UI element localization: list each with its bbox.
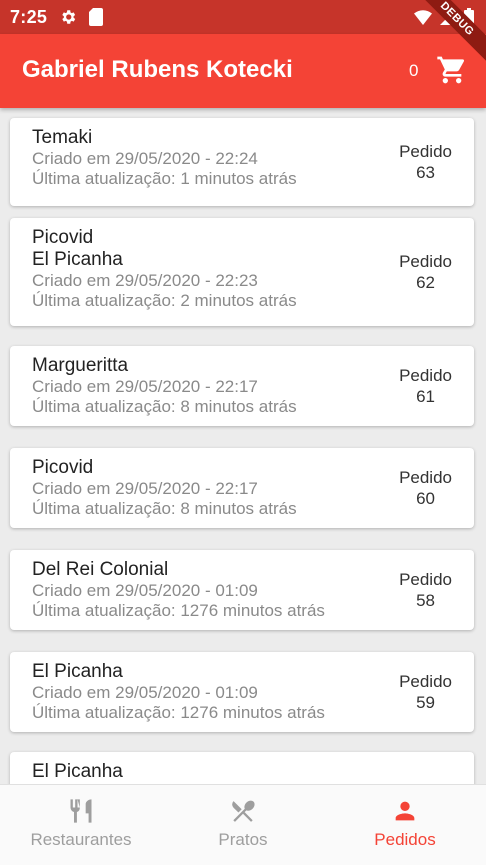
nav-label: Pratos xyxy=(218,830,268,849)
nav-pratos[interactable]: Pratos xyxy=(162,785,324,865)
wifi-icon xyxy=(414,9,432,30)
order-card[interactable]: Picovid Criado em 29/05/2020 - 22:17 Últ… xyxy=(10,448,474,528)
order-number: Pedido 60 xyxy=(399,467,452,509)
order-updated: Última atualização: 8 minutos atrás xyxy=(32,499,297,518)
nav-pedidos[interactable]: Pedidos xyxy=(324,785,486,865)
restaurant-icon xyxy=(0,797,162,825)
cart-icon[interactable] xyxy=(436,54,468,91)
restaurant-name: Margueritta xyxy=(32,355,129,376)
restaurant-name: Picovid xyxy=(32,457,94,478)
dishes-icon xyxy=(162,797,324,825)
restaurant-name: El Picanha xyxy=(32,661,123,682)
order-created: Criado em 29/05/2020 - 22:23 xyxy=(32,271,258,290)
order-details: Temaki Criado em 29/05/2020 - 22:24 Últi… xyxy=(32,127,297,189)
order-number-value: 62 xyxy=(416,273,435,292)
order-updated: Última atualização: 1 minutos atrás xyxy=(32,169,297,188)
order-created: Criado em 29/05/2020 - 01:09 xyxy=(32,683,258,702)
bottom-navigation: Restaurantes Pratos Pedidos xyxy=(0,784,486,865)
order-card[interactable]: Margueritta Criado em 29/05/2020 - 22:17… xyxy=(10,346,474,426)
order-card[interactable]: Picovid El Picanha Criado em 29/05/2020 … xyxy=(10,218,474,326)
order-number-value: 63 xyxy=(416,163,435,182)
restaurant-name: Del Rei Colonial xyxy=(32,559,169,580)
order-number-label: Pedido xyxy=(399,252,452,271)
order-number-value: 60 xyxy=(416,489,435,508)
status-bar: 7:25 DEBUG xyxy=(0,0,486,65)
order-details: Picovid El Picanha Criado em 29/05/2020 … xyxy=(32,227,297,311)
order-updated: Última atualização: 2 minutos atrás xyxy=(32,291,297,310)
order-number-value: 61 xyxy=(416,387,435,406)
cart-count: 0 xyxy=(409,61,419,80)
order-created: Criado em 29/05/2020 - 22:17 xyxy=(32,479,258,498)
settings-icon xyxy=(59,8,77,26)
restaurant-name: Picovid xyxy=(32,227,94,248)
order-number: Pedido 58 xyxy=(399,569,452,611)
order-updated: Última atualização: 1276 minutos atrás xyxy=(32,601,325,620)
order-number: Pedido 61 xyxy=(399,365,452,407)
order-number: Pedido 59 xyxy=(399,671,452,713)
nav-restaurantes[interactable]: Restaurantes xyxy=(0,785,162,865)
nav-label: Pedidos xyxy=(374,830,436,849)
order-number-label: Pedido xyxy=(399,570,452,589)
order-number: Pedido 62 xyxy=(399,251,452,293)
order-number-value: 59 xyxy=(416,693,435,712)
status-time: 7:25 xyxy=(10,6,48,27)
order-created: Criado em 29/05/2020 - 01:09 xyxy=(32,581,258,600)
app-bar: Gabriel Rubens Kotecki 0 xyxy=(0,34,486,108)
order-created: Criado em 29/05/2020 - 22:24 xyxy=(32,149,258,168)
order-number: Pedido 63 xyxy=(399,141,452,183)
order-number-label: Pedido xyxy=(399,366,452,385)
page-title: Gabriel Rubens Kotecki xyxy=(22,56,293,83)
order-card[interactable]: El Picanha xyxy=(10,752,474,784)
sd-card-icon xyxy=(89,8,104,26)
order-created: Criado em 29/05/2020 - 22:17 xyxy=(32,377,258,396)
order-number-label: Pedido xyxy=(399,672,452,691)
restaurant-name: El Picanha xyxy=(32,249,123,270)
restaurant-name: Temaki xyxy=(32,127,93,148)
order-details: Del Rei Colonial Criado em 29/05/2020 - … xyxy=(32,559,325,621)
order-details: Picovid Criado em 29/05/2020 - 22:17 Últ… xyxy=(32,457,297,519)
order-details: El Picanha xyxy=(32,761,123,783)
order-number-value: 58 xyxy=(416,591,435,610)
order-card[interactable]: El Picanha Criado em 29/05/2020 - 01:09 … xyxy=(10,652,474,732)
order-card[interactable]: Del Rei Colonial Criado em 29/05/2020 - … xyxy=(10,550,474,630)
order-details: Margueritta Criado em 29/05/2020 - 22:17… xyxy=(32,355,297,417)
order-card[interactable]: Temaki Criado em 29/05/2020 - 22:24 Últi… xyxy=(10,118,474,206)
nav-label: Restaurantes xyxy=(30,830,132,849)
restaurant-name: El Picanha xyxy=(32,761,123,782)
orders-list[interactable]: Temaki Criado em 29/05/2020 - 22:24 Últi… xyxy=(0,108,486,784)
order-updated: Última atualização: 1276 minutos atrás xyxy=(32,703,325,722)
order-updated: Última atualização: 8 minutos atrás xyxy=(32,397,297,416)
person-icon xyxy=(324,797,486,825)
order-number-label: Pedido xyxy=(399,468,452,487)
order-number-label: Pedido xyxy=(399,142,452,161)
order-details: El Picanha Criado em 29/05/2020 - 01:09 … xyxy=(32,661,325,723)
